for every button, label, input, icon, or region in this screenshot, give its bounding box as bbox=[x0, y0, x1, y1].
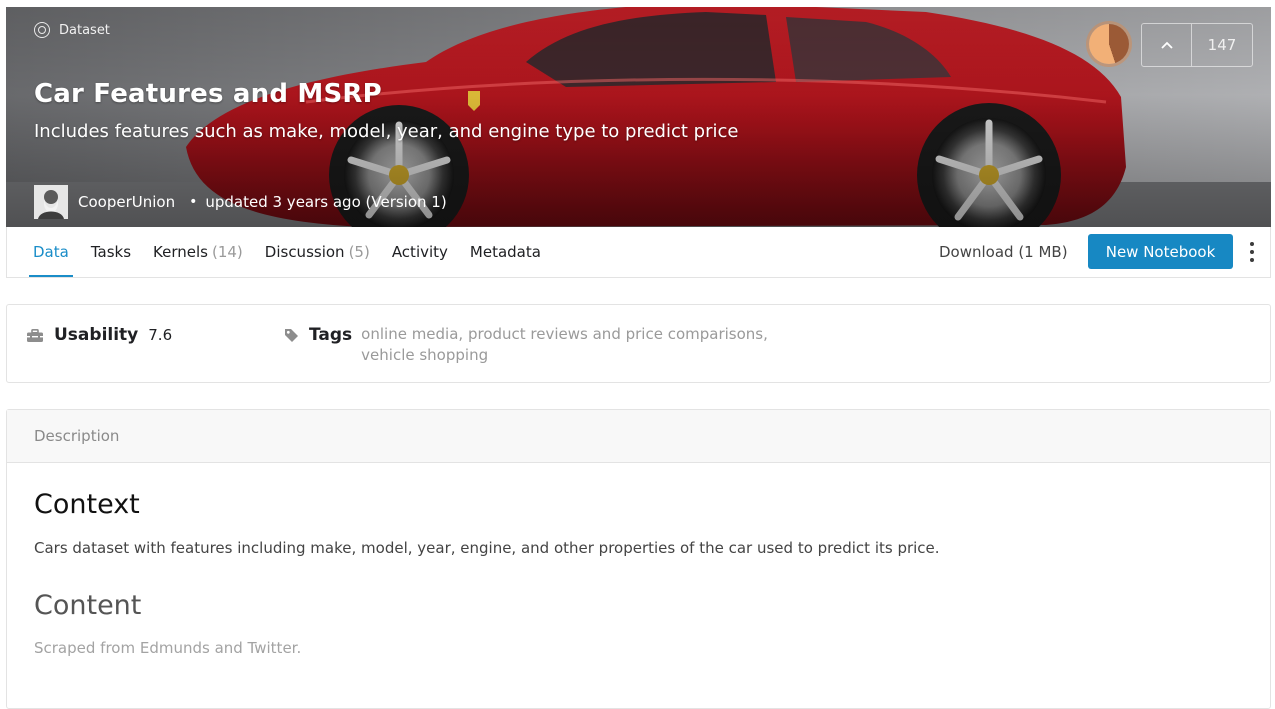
usability-score: 7.6 bbox=[148, 326, 173, 344]
context-heading: Context bbox=[34, 489, 140, 520]
content-text: Scraped from Edmunds and Twitter. bbox=[34, 639, 302, 657]
dataset-subtitle: Includes features such as make, model, y… bbox=[34, 121, 739, 142]
separator-dot: • bbox=[189, 194, 198, 210]
context-text: Cars dataset with features including mak… bbox=[34, 539, 940, 557]
description-card: Description Context Cars dataset with fe… bbox=[6, 409, 1271, 709]
dataset-title: Car Features and MSRP bbox=[34, 79, 382, 109]
dataset-hero-banner: Dataset Car Features and MSRP Includes f… bbox=[6, 7, 1271, 227]
content-heading: Content bbox=[34, 590, 142, 621]
tab-metadata[interactable]: Metadata bbox=[470, 227, 541, 277]
usability-rating: Usability 7.6 bbox=[27, 325, 172, 345]
upvote-button[interactable] bbox=[1142, 24, 1192, 66]
tab-data[interactable]: Data bbox=[29, 227, 73, 277]
tag-icon bbox=[285, 329, 298, 342]
vote-count: 147 bbox=[1207, 36, 1237, 54]
tab-tasks[interactable]: Tasks bbox=[91, 227, 131, 277]
more-options-icon[interactable] bbox=[1247, 242, 1257, 262]
owner-row: CooperUnion • updated 3 years ago (Versi… bbox=[34, 185, 447, 219]
usability-label: Usability bbox=[54, 325, 139, 345]
tab-list: Data Tasks Kernels (14) Discussion (5) A… bbox=[29, 227, 563, 277]
upvote-widget: 147 bbox=[1141, 23, 1253, 67]
tab-count: (14) bbox=[211, 243, 243, 261]
portrait-icon bbox=[34, 185, 68, 219]
owner-name-link[interactable]: CooperUnion bbox=[78, 193, 175, 211]
download-button[interactable]: Download (1 MB) bbox=[939, 227, 1068, 277]
tab-label: Metadata bbox=[469, 243, 541, 261]
owner-avatar[interactable] bbox=[34, 185, 68, 219]
dataset-tab-bar: Data Tasks Kernels (14) Discussion (5) A… bbox=[6, 227, 1271, 278]
tab-label: Tasks bbox=[90, 243, 132, 261]
tags-label: Tags bbox=[309, 325, 353, 345]
toolbox-icon bbox=[27, 328, 43, 342]
description-header: Description bbox=[7, 410, 1270, 463]
tab-discussion[interactable]: Discussion (5) bbox=[265, 227, 370, 277]
dataset-type-text: Dataset bbox=[59, 22, 110, 38]
tab-label: Kernels bbox=[153, 243, 208, 261]
new-notebook-button[interactable]: New Notebook bbox=[1088, 234, 1233, 269]
tag-list: online media, product reviews and price … bbox=[361, 325, 768, 364]
dataset-meta-card: Usability 7.6 Tags online media, product… bbox=[6, 304, 1271, 383]
chevron-up-icon bbox=[1160, 41, 1173, 49]
tab-label: Data bbox=[33, 243, 69, 261]
user-avatar[interactable] bbox=[1089, 24, 1129, 64]
updated-text: updated 3 years ago (Version 1) bbox=[205, 193, 447, 211]
tab-kernels[interactable]: Kernels (14) bbox=[153, 227, 243, 277]
dataset-type-label: Dataset bbox=[34, 22, 110, 38]
dataset-icon bbox=[34, 22, 50, 38]
tab-label: Discussion bbox=[264, 243, 345, 261]
tab-label: Activity bbox=[391, 243, 448, 261]
tag-link[interactable]: online media bbox=[361, 325, 458, 343]
tab-count: (5) bbox=[348, 243, 370, 261]
tab-activity[interactable]: Activity bbox=[392, 227, 448, 277]
tags-section: Tags online media, product reviews and p… bbox=[284, 324, 781, 366]
tag-link[interactable]: product reviews and price comparisons bbox=[468, 325, 763, 343]
tag-link[interactable]: vehicle shopping bbox=[361, 346, 488, 364]
